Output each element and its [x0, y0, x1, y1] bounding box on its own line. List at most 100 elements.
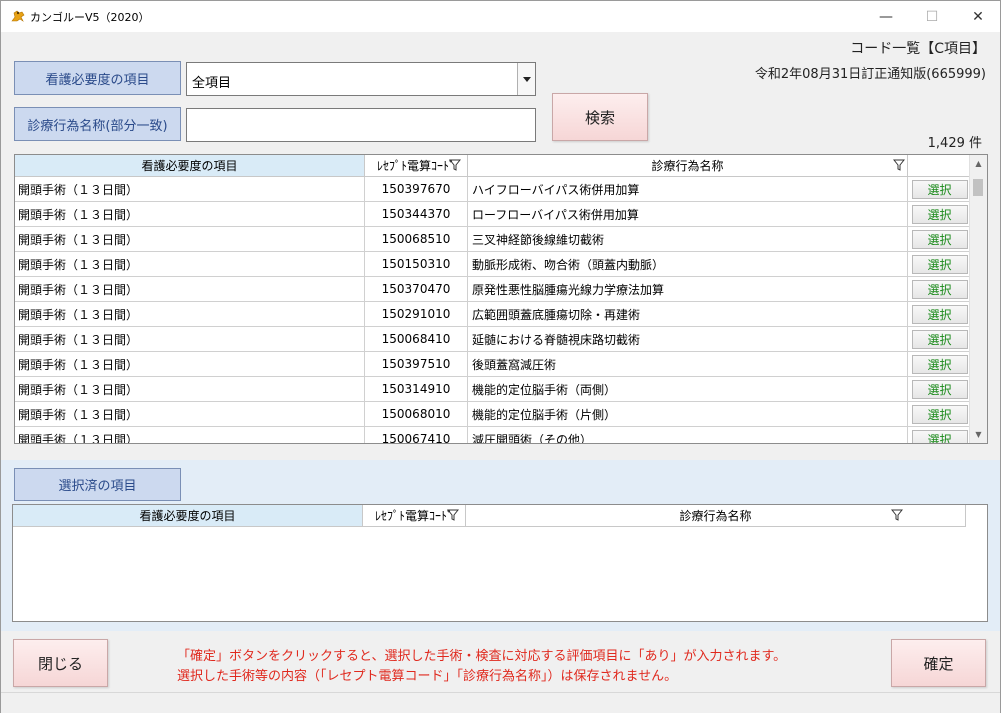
- select-row-button[interactable]: 選択: [911, 404, 968, 424]
- results-grid: 看護必要度の項目 ﾚｾﾌﾟﾄ電算ｺｰﾄﾞ 診療行為名称 開頭手術（１３日間） 15…: [14, 154, 988, 444]
- status-bar: [1, 692, 1000, 713]
- col-header-name-label: 診療行為名称: [651, 159, 724, 173]
- footer-note-line1: 「確定」ボタンをクリックすると、選択した手術・検査に対応する評価項目に「あり」が…: [177, 649, 787, 664]
- name-filter-label: 診療行為名称(部分一致): [14, 107, 181, 141]
- select-row-button[interactable]: 選択: [911, 354, 968, 374]
- cell-action: 選択: [908, 202, 972, 227]
- cell-code: 150344370: [365, 202, 468, 227]
- item-filter-value: 全項目: [192, 76, 232, 91]
- table-row[interactable]: 開頭手術（１３日間） 150068410 延髄における脊髄視床路切截術 選択: [15, 327, 972, 352]
- table-row[interactable]: 開頭手術（１３日間） 150370470 原発性悪性脳腫瘍光線力学療法加算 選択: [15, 277, 972, 302]
- cell-name: 機能的定位脳手術（両側）: [468, 377, 908, 402]
- cell-code: 150291010: [365, 302, 468, 327]
- table-row[interactable]: 開頭手術（１３日間） 150068010 機能的定位脳手術（片側） 選択: [15, 402, 972, 427]
- cell-action: 選択: [908, 302, 972, 327]
- sel-col-header-name-label: 診療行為名称: [679, 509, 752, 523]
- item-filter-select[interactable]: 全項目: [186, 62, 536, 96]
- table-row[interactable]: 開頭手術（１３日間） 150344370 ローフローバイパス術併用加算 選択: [15, 202, 972, 227]
- select-row-button[interactable]: 選択: [911, 379, 968, 399]
- table-row[interactable]: 開頭手術（１３日間） 150397510 後頭蓋窩減圧術 選択: [15, 352, 972, 377]
- close-button[interactable]: 閉じる: [13, 639, 108, 687]
- col-header-code[interactable]: ﾚｾﾌﾟﾄ電算ｺｰﾄﾞ: [365, 155, 468, 177]
- col-header-select: [908, 155, 972, 177]
- cell-code: 150397670: [365, 177, 468, 202]
- cell-name: 機能的定位脳手術（片側）: [468, 402, 908, 427]
- cell-action: 選択: [908, 252, 972, 277]
- cell-item: 開頭手術（１３日間）: [15, 327, 365, 352]
- select-row-button[interactable]: 選択: [911, 329, 968, 349]
- cell-item: 開頭手術（１３日間）: [15, 202, 365, 227]
- cell-item: 開頭手術（１３日間）: [15, 352, 365, 377]
- select-row-button[interactable]: 選択: [911, 279, 968, 299]
- title-bar: カンゴルーV5（2020） — ☐ ✕: [1, 1, 1000, 32]
- select-row-button[interactable]: 選択: [911, 429, 968, 443]
- cell-name: 延髄における脊髄視床路切截術: [468, 327, 908, 352]
- close-window-button[interactable]: ✕: [955, 1, 1001, 32]
- table-row[interactable]: 開頭手術（１３日間） 150068510 三叉神経節後線維切截術 選択: [15, 227, 972, 252]
- cell-name: 三叉神経節後線維切截術: [468, 227, 908, 252]
- sel-col-header-item[interactable]: 看護必要度の項目: [13, 505, 363, 527]
- cell-name: 原発性悪性脳腫瘍光線力学療法加算: [468, 277, 908, 302]
- select-row-button[interactable]: 選択: [911, 179, 968, 199]
- cell-item: 開頭手術（１３日間）: [15, 277, 365, 302]
- cell-item: 開頭手術（１３日間）: [15, 427, 365, 443]
- sel-col-header-code-label: ﾚｾﾌﾟﾄ電算ｺｰﾄﾞ: [374, 509, 453, 523]
- selected-grid: 看護必要度の項目 ﾚｾﾌﾟﾄ電算ｺｰﾄﾞ 診療行為名称: [12, 504, 988, 622]
- cell-item: 開頭手術（１３日間）: [15, 302, 365, 327]
- cell-code: 150397510: [365, 352, 468, 377]
- cell-item: 開頭手術（１３日間）: [15, 177, 365, 202]
- table-row[interactable]: 開頭手術（１３日間） 150150310 動脈形成術、吻合術（頭蓋内動脈） 選択: [15, 252, 972, 277]
- app-window: カンゴルーV5（2020） — ☐ ✕ 看護必要度の項目 全項目 診療行為名称(…: [0, 0, 1001, 713]
- cell-item: 開頭手術（１３日間）: [15, 402, 365, 427]
- table-row[interactable]: 開頭手術（１３日間） 150291010 広範囲頭蓋底腫瘍切除・再建術 選択: [15, 302, 972, 327]
- filter-icon[interactable]: [449, 159, 461, 171]
- selected-items-panel: 選択済の項目 看護必要度の項目 ﾚｾﾌﾟﾄ電算ｺｰﾄﾞ 診療行為名称: [1, 460, 1000, 631]
- filter-icon[interactable]: [447, 509, 459, 521]
- select-row-button[interactable]: 選択: [911, 204, 968, 224]
- table-row[interactable]: 開頭手術（１３日間） 150397670 ハイフローバイパス術併用加算 選択: [15, 177, 972, 202]
- cell-name: ハイフローバイパス術併用加算: [468, 177, 908, 202]
- cell-name: ローフローバイパス術併用加算: [468, 202, 908, 227]
- select-row-button[interactable]: 選択: [911, 304, 968, 324]
- filter-icon[interactable]: [893, 159, 905, 171]
- cell-action: 選択: [908, 327, 972, 352]
- chevron-down-icon[interactable]: [517, 63, 535, 95]
- cell-action: 選択: [908, 377, 972, 402]
- cell-item: 開頭手術（１３日間）: [15, 252, 365, 277]
- table-row[interactable]: 開頭手術（１３日間） 150067410 減圧開頭術（その他） 選択: [15, 427, 972, 443]
- table-row[interactable]: 開頭手術（１３日間） 150314910 機能的定位脳手術（両側） 選択: [15, 377, 972, 402]
- name-search-input[interactable]: [186, 108, 536, 142]
- cell-item: 開頭手術（１３日間）: [15, 377, 365, 402]
- cell-action: 選択: [908, 227, 972, 252]
- sel-col-header-name[interactable]: 診療行為名称: [466, 505, 966, 527]
- maximize-button[interactable]: ☐: [909, 1, 955, 32]
- select-row-button[interactable]: 選択: [911, 254, 968, 274]
- cell-name: 動脈形成術、吻合術（頭蓋内動脈）: [468, 252, 908, 277]
- cell-action: 選択: [908, 277, 972, 302]
- select-row-button[interactable]: 選択: [911, 229, 968, 249]
- filter-icon[interactable]: [891, 509, 903, 521]
- sel-col-header-code[interactable]: ﾚｾﾌﾟﾄ電算ｺｰﾄﾞ: [363, 505, 466, 527]
- confirm-button[interactable]: 確定: [891, 639, 986, 687]
- minimize-button[interactable]: —: [863, 1, 909, 32]
- result-count: 1,429 件: [927, 136, 982, 151]
- scroll-thumb[interactable]: [973, 179, 983, 196]
- vertical-scrollbar[interactable]: ▲ ▼: [969, 155, 987, 443]
- version-info: 令和2年08月31日訂正通知版(665999): [754, 67, 986, 82]
- search-button[interactable]: 検索: [552, 93, 648, 141]
- cell-code: 150150310: [365, 252, 468, 277]
- col-header-item[interactable]: 看護必要度の項目: [15, 155, 365, 177]
- cell-name: 後頭蓋窩減圧術: [468, 352, 908, 377]
- list-title: コード一覧【C項目】: [850, 41, 986, 57]
- cell-code: 150068010: [365, 402, 468, 427]
- cell-name: 減圧開頭術（その他）: [468, 427, 908, 443]
- col-header-name[interactable]: 診療行為名称: [468, 155, 908, 177]
- kangaroo-app-icon: [11, 10, 25, 22]
- cell-action: 選択: [908, 427, 972, 443]
- footer-note-line2: 選択した手術等の内容（「レセプト電算コード」「診療行為名称」）は保存されません。: [177, 669, 678, 684]
- scroll-down-icon[interactable]: ▼: [970, 426, 987, 443]
- results-grid-header: 看護必要度の項目 ﾚｾﾌﾟﾄ電算ｺｰﾄﾞ 診療行為名称: [15, 155, 972, 177]
- window-title: カンゴルーV5（2020）: [30, 11, 150, 24]
- scroll-up-icon[interactable]: ▲: [970, 155, 987, 172]
- cell-action: 選択: [908, 402, 972, 427]
